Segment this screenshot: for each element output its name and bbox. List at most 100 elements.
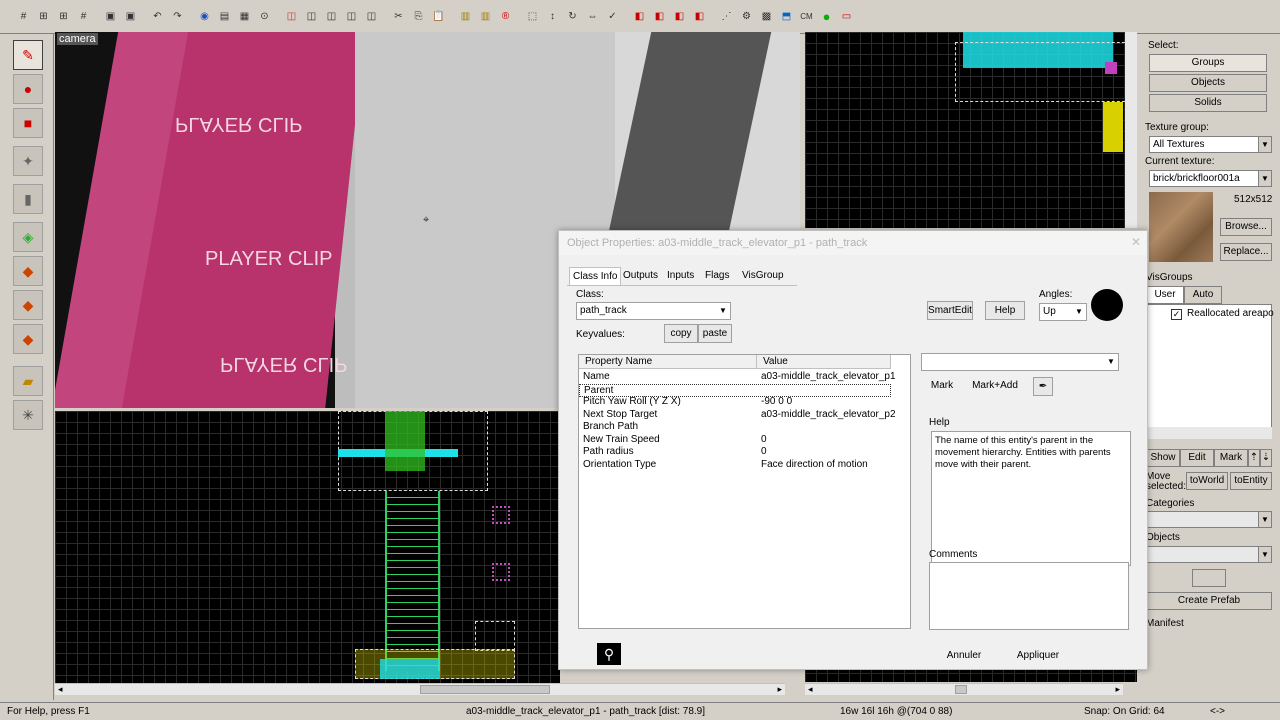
decal-icon[interactable]: ◧ xyxy=(690,7,709,26)
smartedit-toggle[interactable]: SmartEdit xyxy=(927,301,973,320)
carve-icon[interactable]: ◉ xyxy=(195,7,214,26)
close-icon[interactable]: ✕ xyxy=(1131,235,1141,249)
visgroup-show-button[interactable]: Show xyxy=(1146,449,1180,467)
cm-button[interactable]: CM xyxy=(797,7,816,26)
compile-icon[interactable]: ● xyxy=(817,7,836,26)
visgroup-hscroll[interactable] xyxy=(1146,427,1272,439)
table-row[interactable]: Path radius 0 xyxy=(579,446,910,459)
flip-icon[interactable]: ⇔ xyxy=(583,7,602,26)
hide-icon[interactable]: ◫ xyxy=(282,7,301,26)
texture-group-select[interactable]: All Textures ▼ xyxy=(1149,136,1272,153)
show-all-icon[interactable]: ◫ xyxy=(322,7,341,26)
model-icon[interactable]: ◧ xyxy=(670,7,689,26)
angles-dial[interactable] xyxy=(1091,289,1123,321)
mark-add-button[interactable]: Mark+Add xyxy=(969,377,1021,396)
isolate-icon[interactable]: ◫ xyxy=(342,7,361,26)
visgroup-edit-button[interactable]: Edit xyxy=(1180,449,1214,467)
decal-tool-icon[interactable]: ◆ xyxy=(13,290,43,320)
browse-button[interactable]: Browse... xyxy=(1220,218,1272,236)
to-entity-button[interactable]: toEntity xyxy=(1230,472,1272,490)
gear-icon[interactable]: ⚙ xyxy=(737,7,756,26)
objects-button[interactable]: Objects xyxy=(1149,74,1267,92)
redo-icon[interactable]: ↷ xyxy=(168,7,187,26)
replace-button[interactable]: Replace... xyxy=(1220,243,1272,261)
undo-icon[interactable]: ↶ xyxy=(148,7,167,26)
scroll-right-icon[interactable]: ▸ xyxy=(1115,684,1120,695)
ignore-groups-icon[interactable]: ⊙ xyxy=(255,7,274,26)
scroll-left-icon[interactable]: ◂ xyxy=(58,684,63,695)
create-prefab-button[interactable]: Create Prefab xyxy=(1146,592,1272,610)
col-value-header[interactable]: Value xyxy=(757,355,891,369)
check-icon[interactable]: ✓ xyxy=(603,7,622,26)
table-row[interactable]: Orientation Type Face direction of motion xyxy=(579,459,910,472)
entity-report-icon[interactable]: ® xyxy=(496,7,515,26)
texture-preview[interactable] xyxy=(1149,192,1213,262)
pin-icon[interactable]: ⚲ xyxy=(597,643,621,665)
tab-outputs[interactable]: Outputs xyxy=(620,267,661,285)
bottom-2d-viewport[interactable] xyxy=(55,411,560,683)
magnify-tool-icon[interactable]: ● xyxy=(13,74,43,104)
move-down-icon[interactable]: ⇣ xyxy=(1260,449,1272,467)
cancel-button[interactable]: Annuler xyxy=(939,647,989,666)
groups-button[interactable]: Groups xyxy=(1149,54,1267,72)
rotate-icon[interactable]: ↻ xyxy=(563,7,582,26)
scroll-left-icon[interactable]: ◂ xyxy=(808,684,813,695)
grid-3d-icon[interactable]: # xyxy=(74,7,93,26)
overlay-icon[interactable]: ⬒ xyxy=(777,7,796,26)
clip-tool-icon[interactable]: ▰ xyxy=(13,366,43,396)
entity-tool-icon[interactable]: ✦ xyxy=(13,146,43,176)
top-2d-viewport[interactable] xyxy=(805,32,1137,228)
right-viewport-hscroll[interactable]: ◂ ▸ xyxy=(805,683,1123,695)
bottom-viewport-hscroll[interactable]: ◂ ▸ xyxy=(55,683,785,695)
bounding-box-icon[interactable]: ⬚ xyxy=(523,7,542,26)
angles-select[interactable]: Up ▼ xyxy=(1039,303,1087,321)
table-row[interactable]: Pitch Yaw Roll (Y Z X) -90 0 0 xyxy=(579,396,910,409)
camera-tool-icon[interactable]: ■ xyxy=(13,108,43,138)
texture-lock-icon[interactable]: ▦ xyxy=(235,7,254,26)
eyedropper-icon[interactable]: ✒ xyxy=(1033,377,1053,396)
objects-select[interactable]: ▼ xyxy=(1146,546,1272,563)
group-icon[interactable]: ▣ xyxy=(101,7,120,26)
current-texture-select[interactable]: brick/brickfloor001a ▼ xyxy=(1149,170,1272,187)
visgroup-auto-tab[interactable]: Auto xyxy=(1184,286,1222,304)
help-button[interactable]: Help xyxy=(985,301,1025,320)
mark-button[interactable]: Mark xyxy=(927,377,957,396)
apply-texture-tool-icon[interactable]: ◆ xyxy=(13,256,43,286)
col-property-header[interactable]: Property Name xyxy=(579,355,757,369)
table-row-selected[interactable]: Parent xyxy=(579,384,891,397)
paste-icon[interactable]: 📋 xyxy=(429,7,448,26)
table-row[interactable]: Branch Path xyxy=(579,421,910,434)
overlay-tool-icon[interactable]: ◆ xyxy=(13,324,43,354)
comments-field[interactable] xyxy=(929,562,1129,630)
value-choices-select[interactable]: ▼ xyxy=(921,353,1119,371)
entity-icon[interactable]: ◧ xyxy=(650,7,669,26)
block-tool-icon[interactable]: ▮ xyxy=(13,184,43,214)
grid-smaller-icon[interactable]: ⊞ xyxy=(34,7,53,26)
selection-tool-icon[interactable]: ✎ xyxy=(13,40,43,70)
scroll-thumb[interactable] xyxy=(955,685,967,694)
scroll-right-icon[interactable]: ▸ xyxy=(777,684,782,695)
lines-icon[interactable]: ⋰ xyxy=(717,7,736,26)
table-row[interactable]: Name a03-middle_track_elevator_p1 xyxy=(579,371,910,384)
to-world-button[interactable]: toWorld xyxy=(1186,472,1228,490)
prefab-icon[interactable]: ▭ xyxy=(837,7,856,26)
show-icon[interactable]: ◫ xyxy=(302,7,321,26)
solids-button[interactable]: Solids xyxy=(1149,94,1267,112)
visgroup-list[interactable]: ✓ Reallocated areapo xyxy=(1146,304,1274,439)
texture-tool-icon[interactable]: ◈ xyxy=(13,222,43,252)
visgroup-mark-button[interactable]: Mark xyxy=(1214,449,1248,467)
cut-icon[interactable]: ✂ xyxy=(389,7,408,26)
apply-button[interactable]: Appliquer xyxy=(1009,647,1067,666)
visgroup-checkbox[interactable]: ✓ xyxy=(1171,309,1182,320)
paste-button[interactable]: paste xyxy=(698,324,732,343)
grid-larger-icon[interactable]: ⊞ xyxy=(54,7,73,26)
tab-flags[interactable]: Flags xyxy=(702,267,732,285)
ungroup-icon[interactable]: ▣ xyxy=(121,7,140,26)
cubemap-icon[interactable]: ▩ xyxy=(757,7,776,26)
visgroup-item[interactable]: Reallocated areapo xyxy=(1187,308,1274,319)
categories-select[interactable]: ▼ xyxy=(1146,511,1272,528)
class-select[interactable]: path_track ▼ xyxy=(576,302,731,320)
table-row[interactable]: Next Stop Target a03-middle_track_elevato… xyxy=(579,409,910,422)
tab-visgroup[interactable]: VisGroup xyxy=(739,267,787,285)
texture-app-icon[interactable]: ▥ xyxy=(476,7,495,26)
